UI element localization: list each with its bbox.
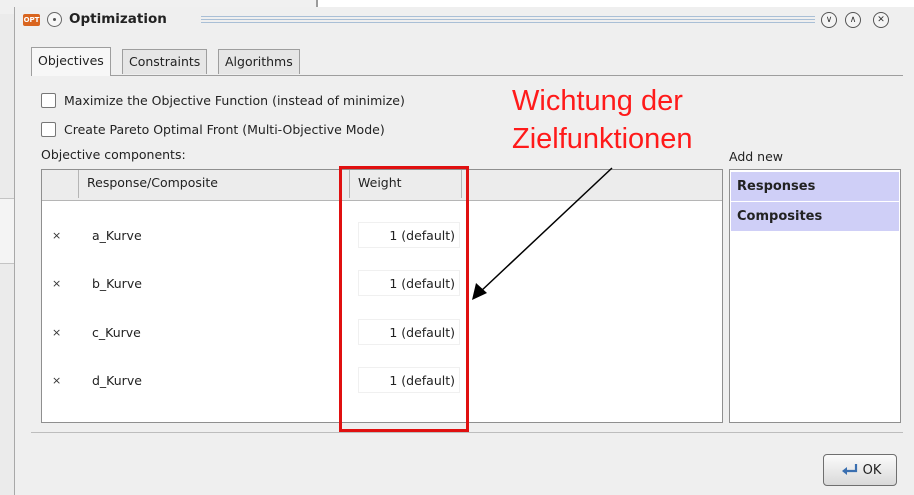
- delete-icon[interactable]: ×: [52, 326, 61, 339]
- chevron-down-icon: ∨: [825, 15, 833, 25]
- pareto-label: Create Pareto Optimal Front (Multi-Objec…: [64, 122, 385, 137]
- add-composites-item[interactable]: Composites: [731, 202, 899, 231]
- maximize-option[interactable]: Maximize the Objective Function (instead…: [41, 93, 405, 108]
- add-new-list: Responses Composites: [729, 169, 901, 423]
- background-window-band: [0, 198, 14, 264]
- maximize-button[interactable]: ∧: [845, 12, 861, 28]
- add-responses-item[interactable]: Responses: [731, 172, 899, 201]
- weight-annotation-box: [339, 166, 469, 432]
- tab-constraints[interactable]: Constraints: [122, 49, 208, 74]
- ok-button[interactable]: OK: [823, 454, 897, 486]
- column-header-delete[interactable]: [42, 170, 79, 198]
- enter-arrow-icon: [841, 464, 857, 475]
- column-header-response[interactable]: Response/Composite: [79, 170, 350, 198]
- close-icon: ✕: [877, 15, 885, 25]
- window-menu-button[interactable]: [47, 12, 62, 27]
- delete-icon[interactable]: ×: [52, 374, 61, 387]
- title-bar[interactable]: OPT Optimization ∨ ∧ ✕: [15, 7, 914, 33]
- annotation-line-1: Wichtung der: [512, 85, 683, 117]
- tab-algorithms[interactable]: Algorithms: [218, 49, 300, 74]
- minimize-button[interactable]: ∨: [821, 12, 837, 28]
- response-name: b_Kurve: [92, 276, 142, 291]
- response-name: a_Kurve: [92, 228, 142, 243]
- weight-annotation-text: Wichtung der Zielfunktionen: [512, 82, 693, 158]
- window-menu-icon: [53, 18, 56, 21]
- window-title: Optimization: [69, 11, 167, 27]
- maximize-checkbox[interactable]: [41, 93, 56, 108]
- annotation-line-2: Zielfunktionen: [512, 123, 693, 155]
- title-decoration: [201, 16, 815, 24]
- delete-icon[interactable]: ×: [52, 277, 61, 290]
- app-icon: OPT: [23, 14, 40, 26]
- pareto-checkbox[interactable]: [41, 122, 56, 137]
- close-button[interactable]: ✕: [873, 12, 889, 28]
- add-new-label: Add new: [729, 149, 784, 164]
- response-name: d_Kurve: [92, 373, 142, 388]
- chevron-up-icon: ∧: [849, 15, 857, 25]
- maximize-label: Maximize the Objective Function (instead…: [64, 93, 405, 108]
- response-name: c_Kurve: [92, 325, 141, 340]
- footer-divider: [31, 432, 903, 433]
- tab-objectives[interactable]: Objectives: [31, 47, 111, 76]
- ok-label: OK: [862, 462, 882, 478]
- delete-icon[interactable]: ×: [52, 229, 61, 242]
- objective-components-label: Objective components:: [41, 147, 186, 162]
- pareto-option[interactable]: Create Pareto Optimal Front (Multi-Objec…: [41, 122, 385, 137]
